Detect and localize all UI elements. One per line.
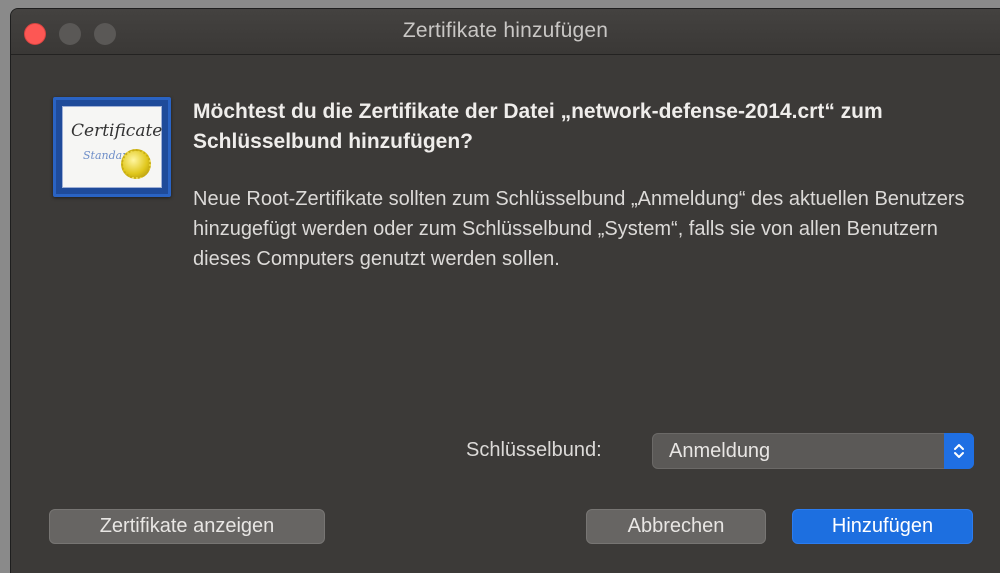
dialog-heading: Möchtest du die Zertifikate der Datei „n… bbox=[193, 100, 883, 153]
keychain-label: Schlüsselbund: bbox=[466, 439, 602, 461]
cancel-button[interactable]: Abbrechen bbox=[586, 509, 766, 544]
window-title: Zertifikate hinzufügen bbox=[402, 19, 609, 42]
certificate-icon: Certificate Standard bbox=[53, 97, 171, 197]
keychain-select[interactable]: Anmeldung bbox=[652, 433, 974, 469]
title-bar[interactable]: Zertifikate hinzufügen bbox=[11, 9, 1000, 55]
seal-icon bbox=[121, 149, 151, 179]
add-button[interactable]: Hinzufügen bbox=[792, 509, 973, 544]
certificate-card: Certificate Standard bbox=[62, 106, 162, 188]
show-certificates-button[interactable]: Zertifikate anzeigen bbox=[49, 509, 325, 544]
dialog-message: Neue Root-Zertifikate sollten zum Schlüs… bbox=[193, 188, 965, 270]
add-certificates-dialog: Zertifikate hinzufügen Certificate Stand… bbox=[10, 8, 1000, 573]
certificate-icon-title: Certificate bbox=[71, 121, 163, 141]
chevron-updown-icon[interactable] bbox=[944, 433, 974, 469]
keychain-selected-value: Anmeldung bbox=[669, 440, 771, 462]
